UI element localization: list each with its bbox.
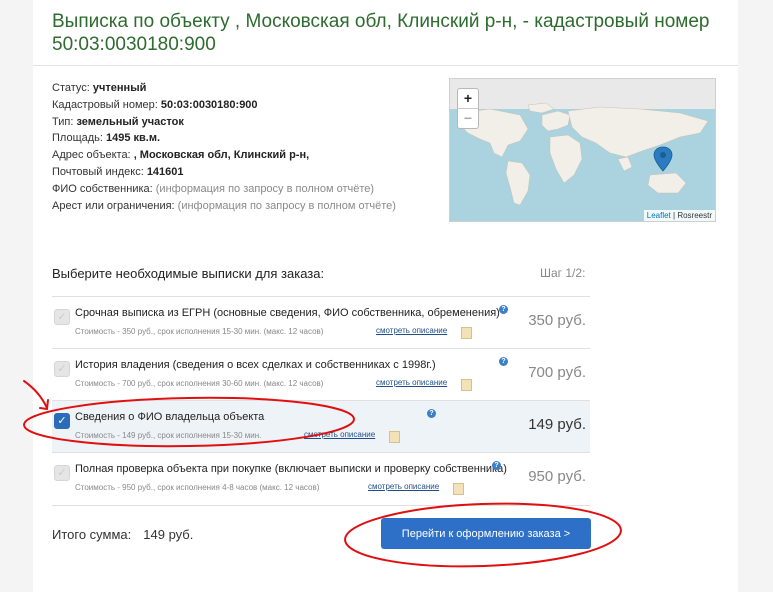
option-price: 149 руб.: [528, 416, 586, 433]
option-name: Срочная выписка из ЕГРН (основные сведен…: [75, 307, 500, 319]
order-option-owner[interactable]: ✓ Сведения о ФИО владельца объекта ? Сто…: [52, 400, 590, 453]
help-icon[interactable]: ?: [492, 461, 501, 470]
map-widget[interactable]: + − Leaflet | Rosreestr: [449, 78, 716, 222]
order-option-urgent[interactable]: ✓ Срочная выписка из ЕГРН (основные свед…: [52, 296, 590, 349]
option-cost: Стоимость - 350 руб., срок исполнения 15…: [75, 327, 324, 336]
option-price: 700 руб.: [528, 364, 586, 381]
info-status: Статус: учтенный: [52, 82, 147, 94]
order-total: Итого сумма: 149 руб.: [52, 527, 194, 542]
document-icon: [461, 327, 472, 339]
step-indicator: Шаг 1/2:: [540, 266, 586, 280]
option-cost: Стоимость - 950 руб., срок исполнения 4-…: [75, 483, 320, 492]
divider: [33, 65, 738, 66]
info-owner: ФИО собственника: (информация по запросу…: [52, 182, 375, 195]
help-icon[interactable]: ?: [499, 357, 508, 366]
option-checkbox-checked[interactable]: ✓: [54, 413, 70, 429]
help-icon[interactable]: ?: [499, 305, 508, 314]
info-arrest: Арест или ограничения: (информация по за…: [52, 199, 396, 212]
zoom-out-button[interactable]: −: [458, 109, 478, 128]
order-option-history[interactable]: ✓ История владения (сведения о всех сдел…: [52, 348, 590, 401]
option-name: Полная проверка объекта при покупке (вкл…: [75, 463, 507, 475]
option-price: 950 руб.: [528, 468, 586, 485]
option-checkbox[interactable]: ✓: [54, 361, 70, 377]
view-description-link[interactable]: смотреть описание: [368, 482, 439, 491]
world-map: [450, 79, 715, 206]
order-option-full-check[interactable]: ✓ Полная проверка объекта при покупке (в…: [52, 452, 590, 506]
page-title: Выписка по объекту , Московская обл, Кли…: [52, 11, 710, 55]
document-icon: [389, 431, 400, 443]
proceed-to-checkout-button[interactable]: Перейти к оформлению заказа >: [381, 518, 591, 549]
leaflet-link[interactable]: Leaflet: [647, 211, 671, 220]
view-description-link[interactable]: смотреть описание: [376, 378, 447, 387]
help-icon[interactable]: ?: [427, 409, 436, 418]
map-marker-icon: [653, 146, 673, 172]
option-name: История владения (сведения о всех сделка…: [75, 359, 436, 371]
option-price: 350 руб.: [528, 312, 586, 329]
view-description-link[interactable]: смотреть описание: [376, 326, 447, 335]
option-name: Сведения о ФИО владельца объекта: [75, 411, 265, 423]
document-icon: [461, 379, 472, 391]
info-type: Тип: земельный участок: [52, 115, 184, 128]
object-info: Статус: учтенный Кадастровый номер: 50:0…: [52, 80, 396, 214]
option-cost: Стоимость - 700 руб., срок исполнения 30…: [75, 379, 324, 388]
zoom-in-button[interactable]: +: [458, 89, 478, 108]
info-zip: Почтовый индекс: 141601: [52, 165, 184, 178]
map-attribution: Leaflet | Rosreestr: [643, 210, 715, 221]
option-cost: Стоимость - 149 руб., срок исполнения 15…: [75, 431, 262, 440]
document-icon: [453, 483, 464, 495]
map-zoom-control: + −: [457, 88, 479, 129]
info-area: Площадь: 1495 кв.м.: [52, 132, 161, 145]
order-heading: Выберите необходимые выписки для заказа:: [52, 266, 325, 281]
view-description-link[interactable]: смотреть описание: [304, 430, 375, 439]
info-cadastral: Кадастровый номер: 50:03:0030180:900: [52, 98, 258, 111]
option-checkbox[interactable]: ✓: [54, 309, 70, 325]
info-address: Адрес объекта: , Московская обл, Клински…: [52, 149, 310, 162]
option-checkbox[interactable]: ✓: [54, 465, 70, 481]
